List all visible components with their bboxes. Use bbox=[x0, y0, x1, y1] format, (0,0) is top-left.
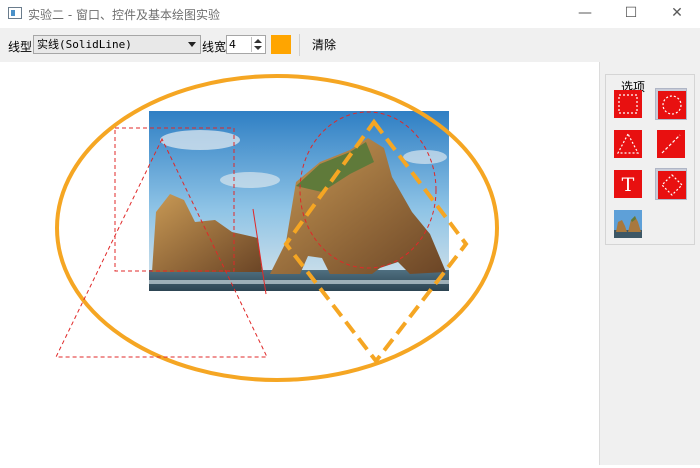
toolbar: 线型 实线(SolidLine) 线宽 4 清除 bbox=[0, 28, 700, 63]
line-tool-button[interactable] bbox=[655, 128, 687, 160]
diamond-tool-button[interactable] bbox=[655, 168, 687, 200]
spin-down-icon[interactable] bbox=[254, 46, 262, 50]
image-tool-button[interactable] bbox=[612, 208, 644, 240]
dashed-diamond-icon bbox=[658, 171, 686, 199]
app-icon bbox=[8, 7, 22, 19]
dashed-line-icon bbox=[657, 130, 685, 158]
line-width-spinbox[interactable]: 4 bbox=[226, 35, 266, 54]
drawing-canvas[interactable] bbox=[0, 62, 599, 465]
clear-button[interactable]: 清除 bbox=[306, 33, 342, 57]
maximize-button[interactable]: ☐ bbox=[608, 0, 654, 28]
spin-buttons bbox=[251, 37, 264, 52]
dashed-rectangle-icon bbox=[614, 90, 642, 118]
pen-color-button[interactable] bbox=[271, 35, 291, 54]
close-button[interactable]: ✕ bbox=[654, 0, 700, 28]
dashed-triangle-icon bbox=[614, 130, 642, 158]
ellipse-tool-button[interactable] bbox=[655, 88, 687, 120]
line-type-label: 线型 bbox=[8, 40, 33, 54]
canvas-drawing bbox=[55, 74, 499, 382]
chevron-down-icon[interactable] bbox=[188, 42, 196, 47]
dashed-circle-icon bbox=[658, 91, 686, 119]
line-width-value[interactable]: 4 bbox=[229, 38, 236, 51]
title-bar: 实验二 - 窗口、控件及基本绘图实验 — ☐ ✕ bbox=[0, 0, 700, 28]
text-icon: T bbox=[614, 170, 642, 198]
triangle-tool-button[interactable] bbox=[612, 128, 644, 160]
spin-up-icon[interactable] bbox=[254, 39, 262, 43]
options-panel: 选项 T bbox=[599, 62, 700, 465]
line-width-label: 线宽 bbox=[202, 40, 227, 54]
text-tool-button[interactable]: T bbox=[612, 168, 644, 200]
line-type-value: 实线(SolidLine) bbox=[37, 38, 132, 51]
window-title: 实验二 - 窗口、控件及基本绘图实验 bbox=[28, 8, 220, 22]
options-group: 选项 T bbox=[605, 74, 695, 245]
image-icon bbox=[614, 210, 642, 238]
toolbar-separator bbox=[299, 34, 300, 56]
text-tool-letter: T bbox=[622, 174, 635, 196]
minimize-button[interactable]: — bbox=[562, 0, 608, 28]
rectangle-tool-button[interactable] bbox=[612, 88, 644, 120]
line-type-select[interactable]: 实线(SolidLine) bbox=[33, 35, 201, 54]
